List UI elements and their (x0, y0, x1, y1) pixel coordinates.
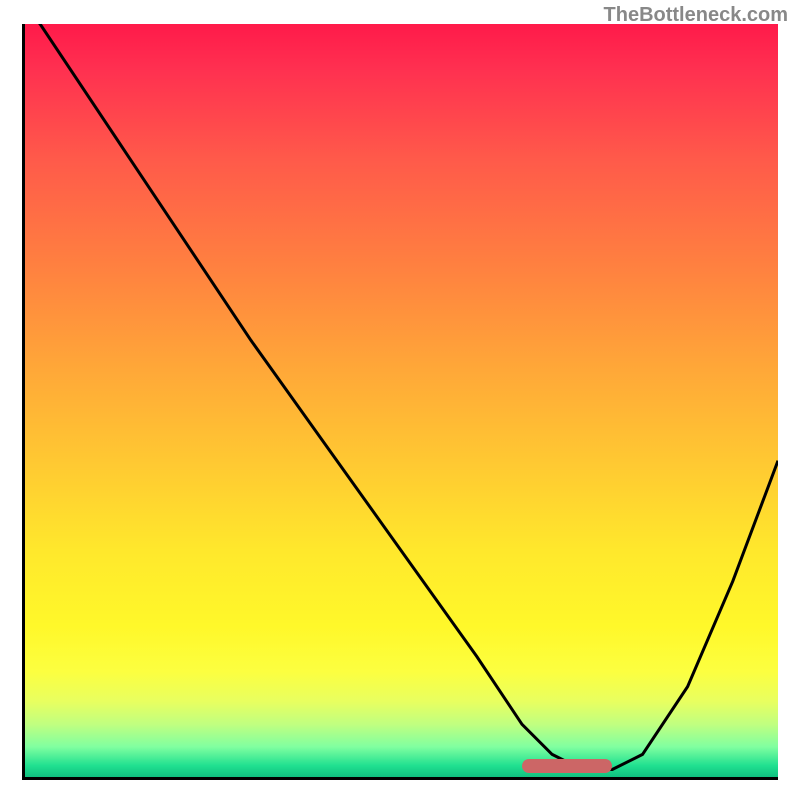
attribution-text: TheBottleneck.com (604, 4, 788, 27)
chart-axes-frame (22, 24, 778, 780)
